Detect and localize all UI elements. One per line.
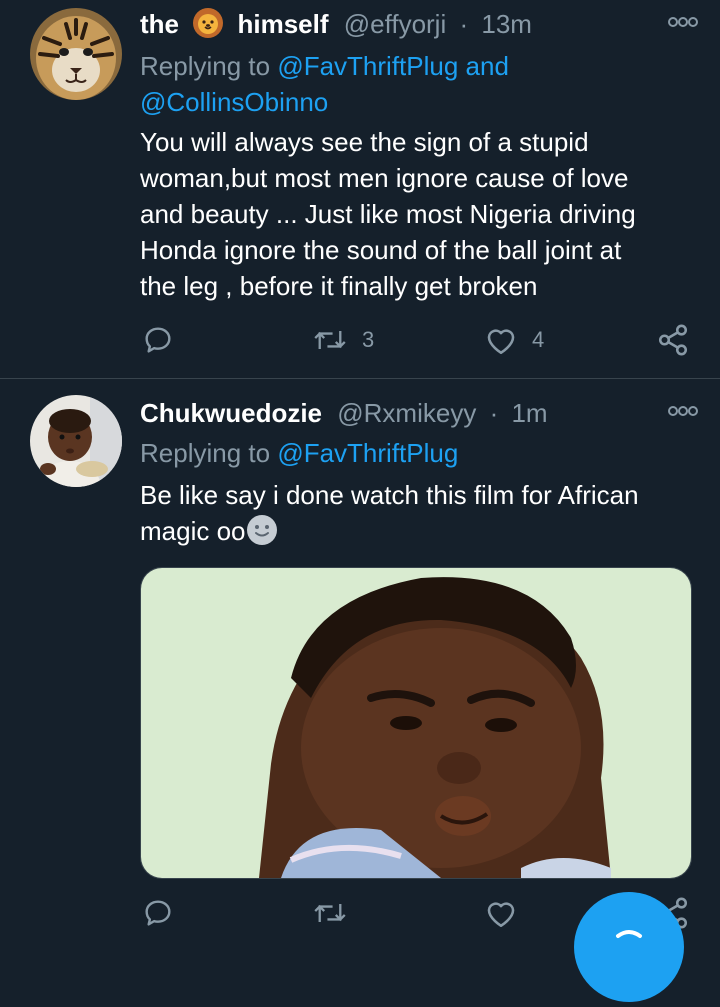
tweet-text-line: Be like say i done watch this film for A… bbox=[140, 480, 639, 510]
reply-button[interactable] bbox=[142, 893, 174, 933]
mention-link[interactable]: @FavThriftPlug bbox=[277, 51, 458, 81]
baby-avatar-image bbox=[30, 395, 122, 487]
display-name-part1[interactable]: the bbox=[140, 9, 179, 39]
reply-button[interactable] bbox=[142, 320, 174, 360]
tweet-text-line: and beauty ... Just like most Nigeria dr… bbox=[140, 199, 636, 229]
tweet-header: the himself @effyorji · 13m bbox=[140, 6, 532, 42]
mention-and: and bbox=[458, 51, 509, 81]
replying-to: Replying to @FavThriftPlug bbox=[140, 435, 458, 471]
tiger-avatar-image bbox=[30, 8, 122, 100]
heart-icon bbox=[487, 902, 515, 928]
child-photo-image bbox=[141, 568, 691, 878]
tweet-header: Chukwuedozie @Rxmikeyy · 1m bbox=[140, 395, 548, 431]
user-handle[interactable]: @Rxmikeyy bbox=[337, 398, 476, 428]
share-icon bbox=[658, 324, 688, 356]
tweet-actions: 3 4 bbox=[140, 320, 696, 360]
display-name[interactable]: Chukwuedozie bbox=[140, 398, 322, 428]
share-button[interactable] bbox=[656, 320, 690, 360]
compose-button[interactable] bbox=[574, 892, 684, 1002]
replying-to: Replying to @FavThriftPlug and bbox=[140, 48, 509, 84]
timestamp[interactable]: 13m bbox=[481, 9, 532, 39]
heart-icon bbox=[487, 329, 515, 355]
retweet-icon bbox=[314, 331, 346, 349]
retweet-count: 3 bbox=[362, 327, 375, 352]
retweet-icon bbox=[314, 904, 346, 922]
display-name-part2[interactable]: himself bbox=[237, 9, 328, 39]
timestamp[interactable]: 1m bbox=[511, 398, 547, 428]
tweet-text-line: magic oo bbox=[140, 516, 246, 546]
avatar[interactable] bbox=[30, 8, 122, 100]
lion-face-emoji-icon bbox=[193, 8, 224, 38]
reply-icon bbox=[145, 900, 171, 926]
replying-prefix: Replying to bbox=[140, 438, 278, 468]
tweet-text: Be like say i done watch this film for A… bbox=[140, 477, 639, 549]
tweet-text-line: Honda ignore the sound of the ball joint… bbox=[140, 235, 622, 265]
tweet-text-line: the leg , before it finally get broken bbox=[140, 271, 538, 301]
more-dots-icon[interactable] bbox=[664, 10, 702, 34]
avatar[interactable] bbox=[30, 395, 122, 487]
like-count: 4 bbox=[532, 327, 545, 352]
replying-prefix: Replying to bbox=[140, 51, 278, 81]
tweet-media-image[interactable] bbox=[140, 567, 692, 879]
user-handle[interactable]: @effyorji bbox=[344, 9, 447, 39]
more-dots-icon[interactable] bbox=[664, 399, 702, 423]
like-button[interactable]: 4 bbox=[484, 320, 544, 360]
compose-icon bbox=[616, 930, 642, 938]
tweet-text: You will always see the sign of a stupid… bbox=[140, 124, 636, 304]
mention-link[interactable]: @FavThriftPlug bbox=[277, 438, 458, 468]
separator-dot: · bbox=[459, 9, 469, 39]
tweet-text-line: You will always see the sign of a stupid bbox=[140, 127, 589, 157]
mention-link[interactable]: @CollinsObinno bbox=[140, 87, 328, 117]
retweet-button[interactable] bbox=[312, 893, 348, 933]
reply-icon bbox=[145, 327, 171, 353]
retweet-button[interactable]: 3 bbox=[312, 320, 374, 360]
tweet-text-line-with-emoji: magic oo bbox=[140, 513, 639, 549]
tweet-1[interactable]: the himself @effyorji · 13m Replying to … bbox=[0, 0, 720, 378]
tweet-text-line: woman,but most men ignore cause of love bbox=[140, 163, 629, 193]
replying-to-line2: @CollinsObinno bbox=[140, 84, 328, 120]
like-button[interactable] bbox=[484, 893, 518, 933]
tweet-2[interactable]: Chukwuedozie @Rxmikeyy · 1m Replying to … bbox=[0, 379, 720, 938]
separator-dot: · bbox=[489, 398, 499, 428]
slightly-smiling-face-icon bbox=[246, 515, 277, 545]
